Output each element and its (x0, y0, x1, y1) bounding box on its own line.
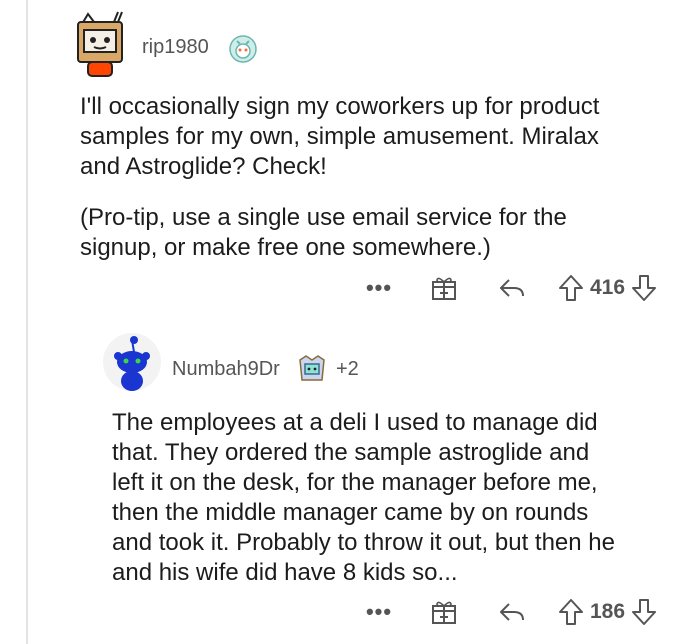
comment-line: samples for my own, simple amusement. Mi… (80, 123, 599, 150)
award-button[interactable] (430, 598, 458, 626)
vote-score: 186 (590, 600, 626, 623)
comment-line: signup, or make free one somewhere.) (80, 234, 491, 261)
upvote-button[interactable] (558, 598, 584, 626)
more-icon: ••• (365, 599, 393, 624)
user-avatar[interactable] (102, 332, 161, 391)
comment-username[interactable]: Numbah9Dr (172, 358, 280, 381)
flair-count: +2 (336, 358, 359, 380)
comment-line: and Astroglide? Check! (80, 153, 327, 180)
comment-line: left it on the desk, for the manager bef… (112, 469, 598, 496)
comment-line: The employees at a deli I used to manage… (112, 409, 598, 436)
downvote-button[interactable] (631, 598, 657, 626)
award-button[interactable] (430, 274, 458, 302)
reply-icon (500, 279, 524, 297)
box-robot-avatar-icon (77, 11, 123, 77)
user-flair-icon (296, 354, 328, 389)
downvote-icon (632, 599, 657, 625)
comment-paragraph-1: The employees at a deli I used to manage… (112, 408, 692, 588)
comment-line: that. They ordered the sample astroglide… (112, 439, 590, 466)
upvote-button[interactable] (558, 274, 584, 302)
comment-paragraph-2: (Pro-tip, use a single use email service… (80, 203, 690, 263)
more-icon: ••• (365, 275, 393, 300)
gift-icon (432, 601, 456, 624)
gift-icon (432, 277, 456, 300)
downvote-icon (632, 275, 657, 301)
more-options-button[interactable]: ••• (364, 599, 394, 625)
reply-button[interactable] (498, 276, 526, 300)
comment-line: I'll occasionally sign my coworkers up f… (80, 93, 600, 120)
snoo-avatar-icon (103, 333, 161, 391)
upvote-icon (559, 275, 583, 301)
comment-line: then the middle manager came by on round… (112, 499, 589, 526)
vote-score: 416 (590, 276, 626, 299)
reply-button[interactable] (498, 600, 526, 624)
comment-line: and his wife did have 8 kids so... (112, 559, 458, 586)
comment-username[interactable]: rip1980 (142, 36, 209, 59)
user-flair-icon (228, 34, 258, 69)
user-avatar[interactable] (68, 10, 132, 78)
downvote-button[interactable] (631, 274, 657, 302)
comment-paragraph-1: I'll occasionally sign my coworkers up f… (80, 92, 690, 182)
reply-icon (500, 603, 524, 621)
comment-numbah9dr: Numbah9Dr +2 The employees at a deli I u… (0, 320, 700, 644)
comment-line: (Pro-tip, use a single use email service… (80, 204, 567, 231)
comment-actions: ••• 416 (364, 274, 657, 302)
upvote-icon (559, 599, 583, 625)
comment-rip1980: rip1980 I'll occasionally sign my cowork… (0, 0, 700, 310)
more-options-button[interactable]: ••• (364, 275, 394, 301)
comment-actions: ••• 186 (364, 598, 657, 626)
comment-line: and took it. Probably to throw it out, b… (112, 529, 615, 556)
